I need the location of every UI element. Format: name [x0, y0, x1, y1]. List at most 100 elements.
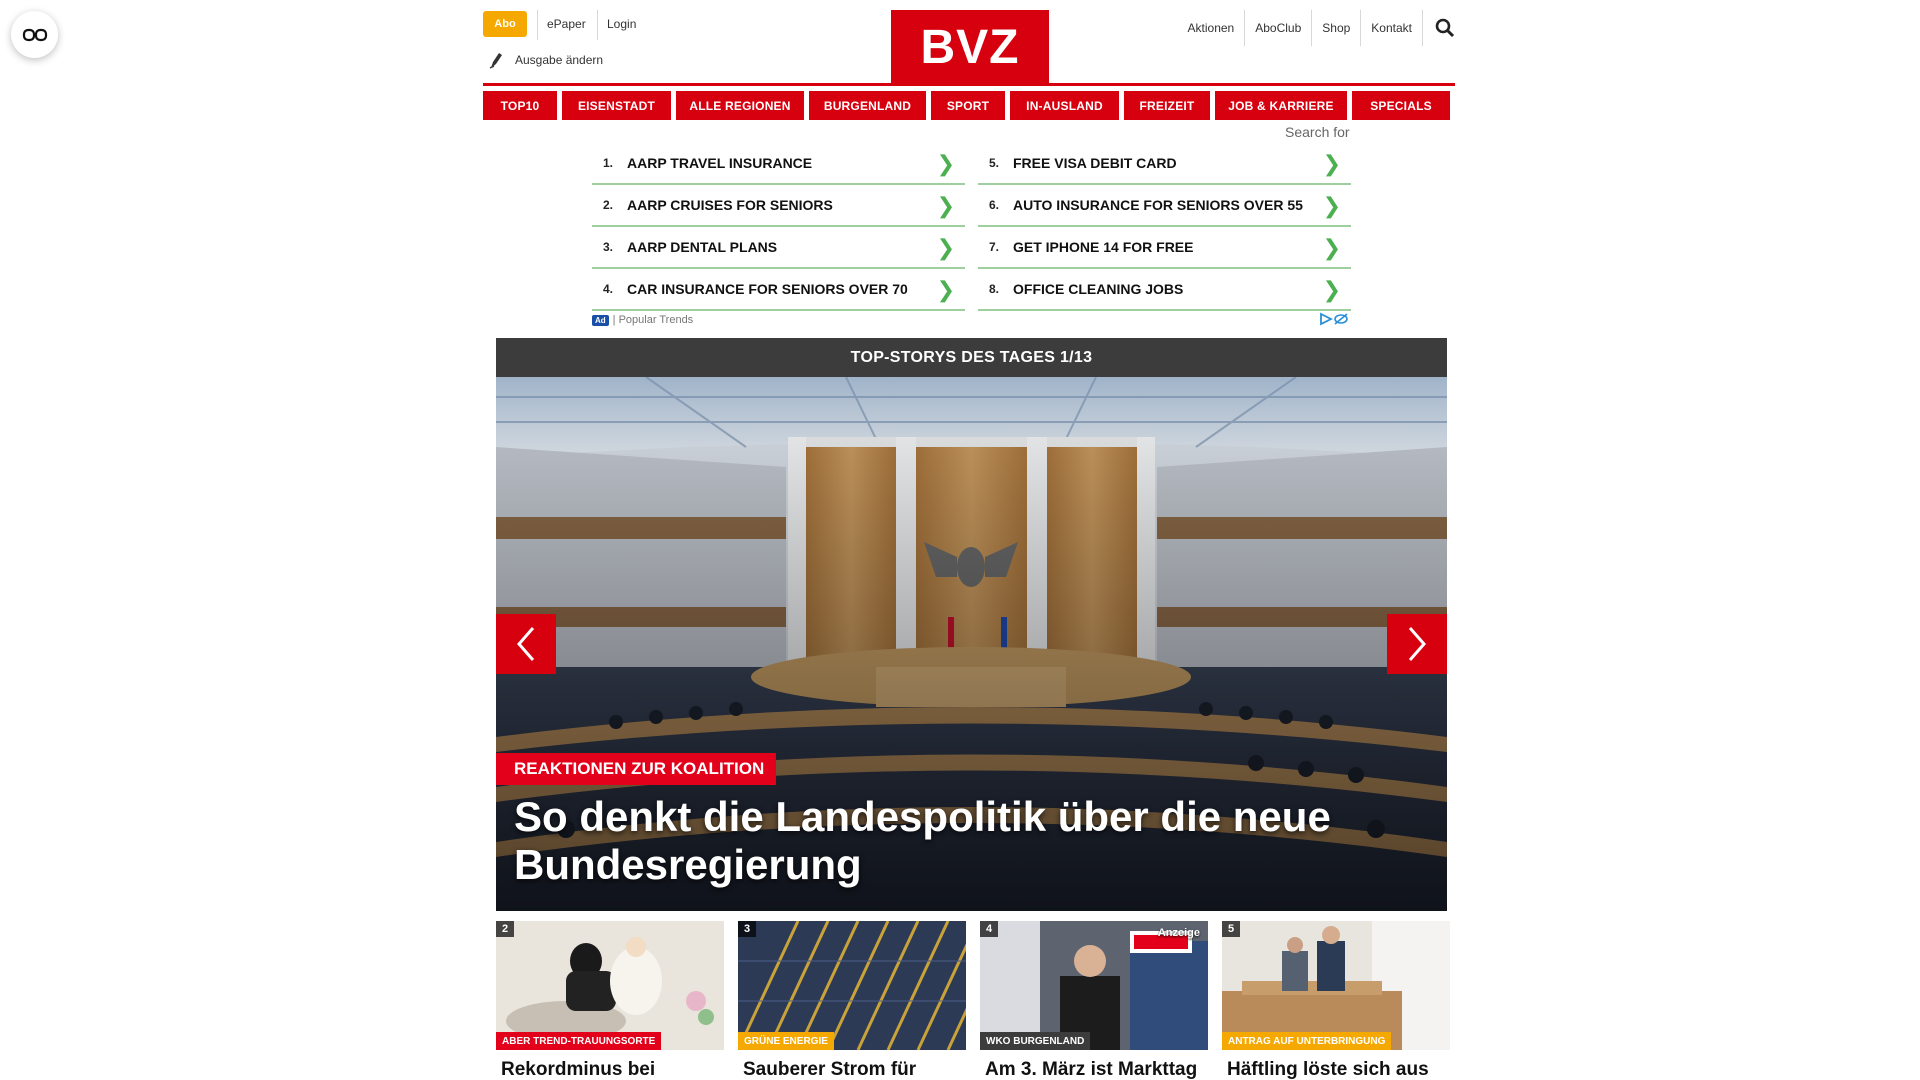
ad-link[interactable]: 5. FREE VISA DEBIT CARD ❯ — [978, 143, 1351, 185]
ad-badge: Ad — [592, 314, 609, 326]
ad-text: GET IPHONE 14 FOR FREE — [1013, 239, 1194, 255]
slider-next-button[interactable] — [1387, 614, 1447, 674]
shop-link[interactable]: Shop — [1312, 10, 1362, 46]
chevron-right-icon: ❯ — [936, 277, 955, 302]
story-card[interactable]: 5 ANTRAG AUF UNTERBRINGUNG Häftling löst… — [1222, 921, 1450, 1080]
epaper-link[interactable]: ePaper — [547, 17, 586, 31]
divider — [537, 10, 538, 40]
edit-pen-icon — [489, 53, 502, 69]
nav-item-specials[interactable]: SPECIALS — [1352, 91, 1450, 120]
nav-item-in-ausland[interactable]: IN-AUSLAND — [1010, 91, 1119, 120]
adchoices-icon — [1320, 312, 1348, 326]
story-headline[interactable]: Sauberer Strom für Tausende: PV-Projekt — [738, 1050, 966, 1080]
ad-link[interactable]: 7. GET IPHONE 14 FOR FREE ❯ — [978, 227, 1351, 269]
divider — [597, 10, 598, 40]
ad-link[interactable]: 6. AUTO INSURANCE FOR SENIORS OVER 55 ❯ — [978, 185, 1351, 227]
chevron-right-icon: ❯ — [936, 151, 955, 176]
chevron-left-icon — [517, 627, 535, 661]
ad-number: 2. — [603, 198, 614, 212]
story-headline[interactable]: Häftling löste sich aus Fixierung und ve… — [1222, 1050, 1450, 1080]
story-headline[interactable]: Rekordminus bei Eheschließungen im — [496, 1050, 724, 1080]
abo-button[interactable]: Abo — [483, 11, 527, 37]
ad-number: 6. — [989, 198, 1000, 212]
search-icon — [1435, 18, 1455, 38]
story-category-tag: GRÜNE ENERGIE — [738, 1032, 834, 1050]
ad-text: AARP CRUISES FOR SENIORS — [627, 197, 833, 213]
search-button[interactable] — [1423, 18, 1455, 38]
reader-mode-icon — [22, 28, 47, 41]
chevron-right-icon: ❯ — [936, 235, 955, 260]
ad-link[interactable]: 4. CAR INSURANCE FOR SENIORS OVER 70 ❯ — [592, 269, 965, 311]
sponsored-label: Anzeige — [1157, 927, 1200, 939]
ad-text: FREE VISA DEBIT CARD — [1013, 155, 1177, 171]
ad-footer-label: | Popular Trends — [612, 314, 694, 326]
ad-number: 5. — [989, 156, 1000, 170]
ad-number: 3. — [603, 240, 614, 254]
ad-column-left: 1. AARP TRAVEL INSURANCE ❯ 2. AARP CRUIS… — [592, 143, 965, 311]
story-rank: 3 — [738, 921, 757, 937]
ad-link[interactable]: 8. OFFICE CLEANING JOBS ❯ — [978, 269, 1351, 311]
story-rank: 5 — [1222, 921, 1241, 937]
story-image: 4 Anzeige WKO BURGENLAND — [980, 921, 1208, 1050]
chevron-right-icon — [1408, 627, 1426, 661]
chevron-right-icon: ❯ — [1322, 235, 1341, 260]
adchoices-button[interactable] — [1319, 312, 1349, 326]
aktionen-link[interactable]: Aktionen — [1178, 10, 1246, 46]
chevron-right-icon: ❯ — [1322, 193, 1341, 218]
story-category-tag: WKO BURGENLAND — [980, 1032, 1091, 1050]
ad-text: CAR INSURANCE FOR SENIORS OVER 70 — [627, 281, 908, 297]
ad-number: 1. — [603, 156, 614, 170]
hero-slide[interactable]: REAKTIONEN ZUR KOALITION So denkt die La… — [496, 377, 1447, 911]
top-stories-header: TOP-STORYS DES TAGES 1/13 — [496, 338, 1447, 377]
ad-column-right: 5. FREE VISA DEBIT CARD ❯ 6. AUTO INSURA… — [978, 143, 1351, 311]
login-link[interactable]: Login — [607, 17, 636, 31]
ad-link[interactable]: 1. AARP TRAVEL INSURANCE ❯ — [592, 143, 965, 185]
nav-item-sport[interactable]: SPORT — [931, 91, 1005, 120]
edition-label: Ausgabe ändern — [515, 53, 604, 67]
header-right-links: Aktionen AboClub Shop Kontakt — [1178, 10, 1455, 46]
ad-link[interactable]: 3. AARP DENTAL PLANS ❯ — [592, 227, 965, 269]
story-image: 5 ANTRAG AUF UNTERBRINGUNG — [1222, 921, 1450, 1050]
kontakt-link[interactable]: Kontakt — [1361, 10, 1423, 46]
courtroom-image — [1222, 921, 1450, 1050]
slider-prev-button[interactable] — [496, 614, 556, 674]
story-category-tag: ANTRAG AUF UNTERBRINGUNG — [1222, 1032, 1392, 1050]
story-rank: 4 — [980, 921, 999, 937]
nav-item-top10[interactable]: TOP10 — [483, 91, 557, 120]
ad-text: AUTO INSURANCE FOR SENIORS OVER 55 — [1013, 197, 1303, 213]
chevron-right-icon: ❯ — [1322, 277, 1341, 302]
nav-item-burgenland[interactable]: BURGENLAND — [809, 91, 926, 120]
story-card[interactable]: 3 GRÜNE ENERGIE Sauberer Strom für Tause… — [738, 921, 966, 1080]
main-nav: TOP10 EISENSTADT ALLE REGIONEN BURGENLAN… — [483, 91, 1455, 120]
nav-item-alle-regionen[interactable]: ALLE REGIONEN — [676, 91, 804, 120]
wedding-figures-image — [496, 921, 724, 1050]
story-card[interactable]: 2 ABER TREND-TRAUUNGSORTE Rekordminus be… — [496, 921, 724, 1080]
story-image: 3 GRÜNE ENERGIE — [738, 921, 966, 1050]
nav-item-job-karriere[interactable]: JOB & KARRIERE — [1215, 91, 1347, 120]
chevron-right-icon: ❯ — [1322, 151, 1341, 176]
story-image: 2 ABER TREND-TRAUUNGSORTE — [496, 921, 724, 1050]
nav-item-freizeit[interactable]: FREIZEIT — [1124, 91, 1210, 120]
bvz-logo[interactable]: BVZ — [891, 10, 1049, 84]
hero-category-tag: REAKTIONEN ZUR KOALITION — [496, 753, 777, 785]
ad-text: AARP DENTAL PLANS — [627, 239, 778, 255]
story-rank: 2 — [496, 921, 515, 937]
ad-link[interactable]: 2. AARP CRUISES FOR SENIORS ❯ — [592, 185, 965, 227]
aboclub-link[interactable]: AboClub — [1245, 10, 1313, 46]
solar-panels-image — [738, 921, 966, 1050]
nav-item-eisenstadt[interactable]: EISENSTADT — [562, 91, 671, 120]
story-headline[interactable]: Am 3. März ist Markttag in Neusiedl am S… — [980, 1050, 1208, 1080]
ad-footer: Ad | Popular Trends — [592, 312, 1351, 328]
chevron-right-icon: ❯ — [936, 193, 955, 218]
site-header: Abo ePaper Login Ausgabe ändern BVZ Akti… — [483, 0, 1455, 86]
edition-change-link[interactable]: Ausgabe ändern — [489, 51, 603, 69]
ad-text: AARP TRAVEL INSURANCE — [627, 155, 813, 171]
reader-mode-button[interactable] — [11, 11, 58, 58]
ad-number: 4. — [603, 282, 614, 296]
hero-headline[interactable]: So denkt die Landespolitik über die neue… — [514, 793, 1434, 889]
story-card[interactable]: 4 Anzeige WKO BURGENLAND Am 3. März ist … — [980, 921, 1208, 1080]
ad-search-for-label: Search for — [1285, 124, 1350, 140]
ad-number: 7. — [989, 240, 1000, 254]
ad-number: 8. — [989, 282, 1000, 296]
ad-text: OFFICE CLEANING JOBS — [1013, 281, 1184, 297]
